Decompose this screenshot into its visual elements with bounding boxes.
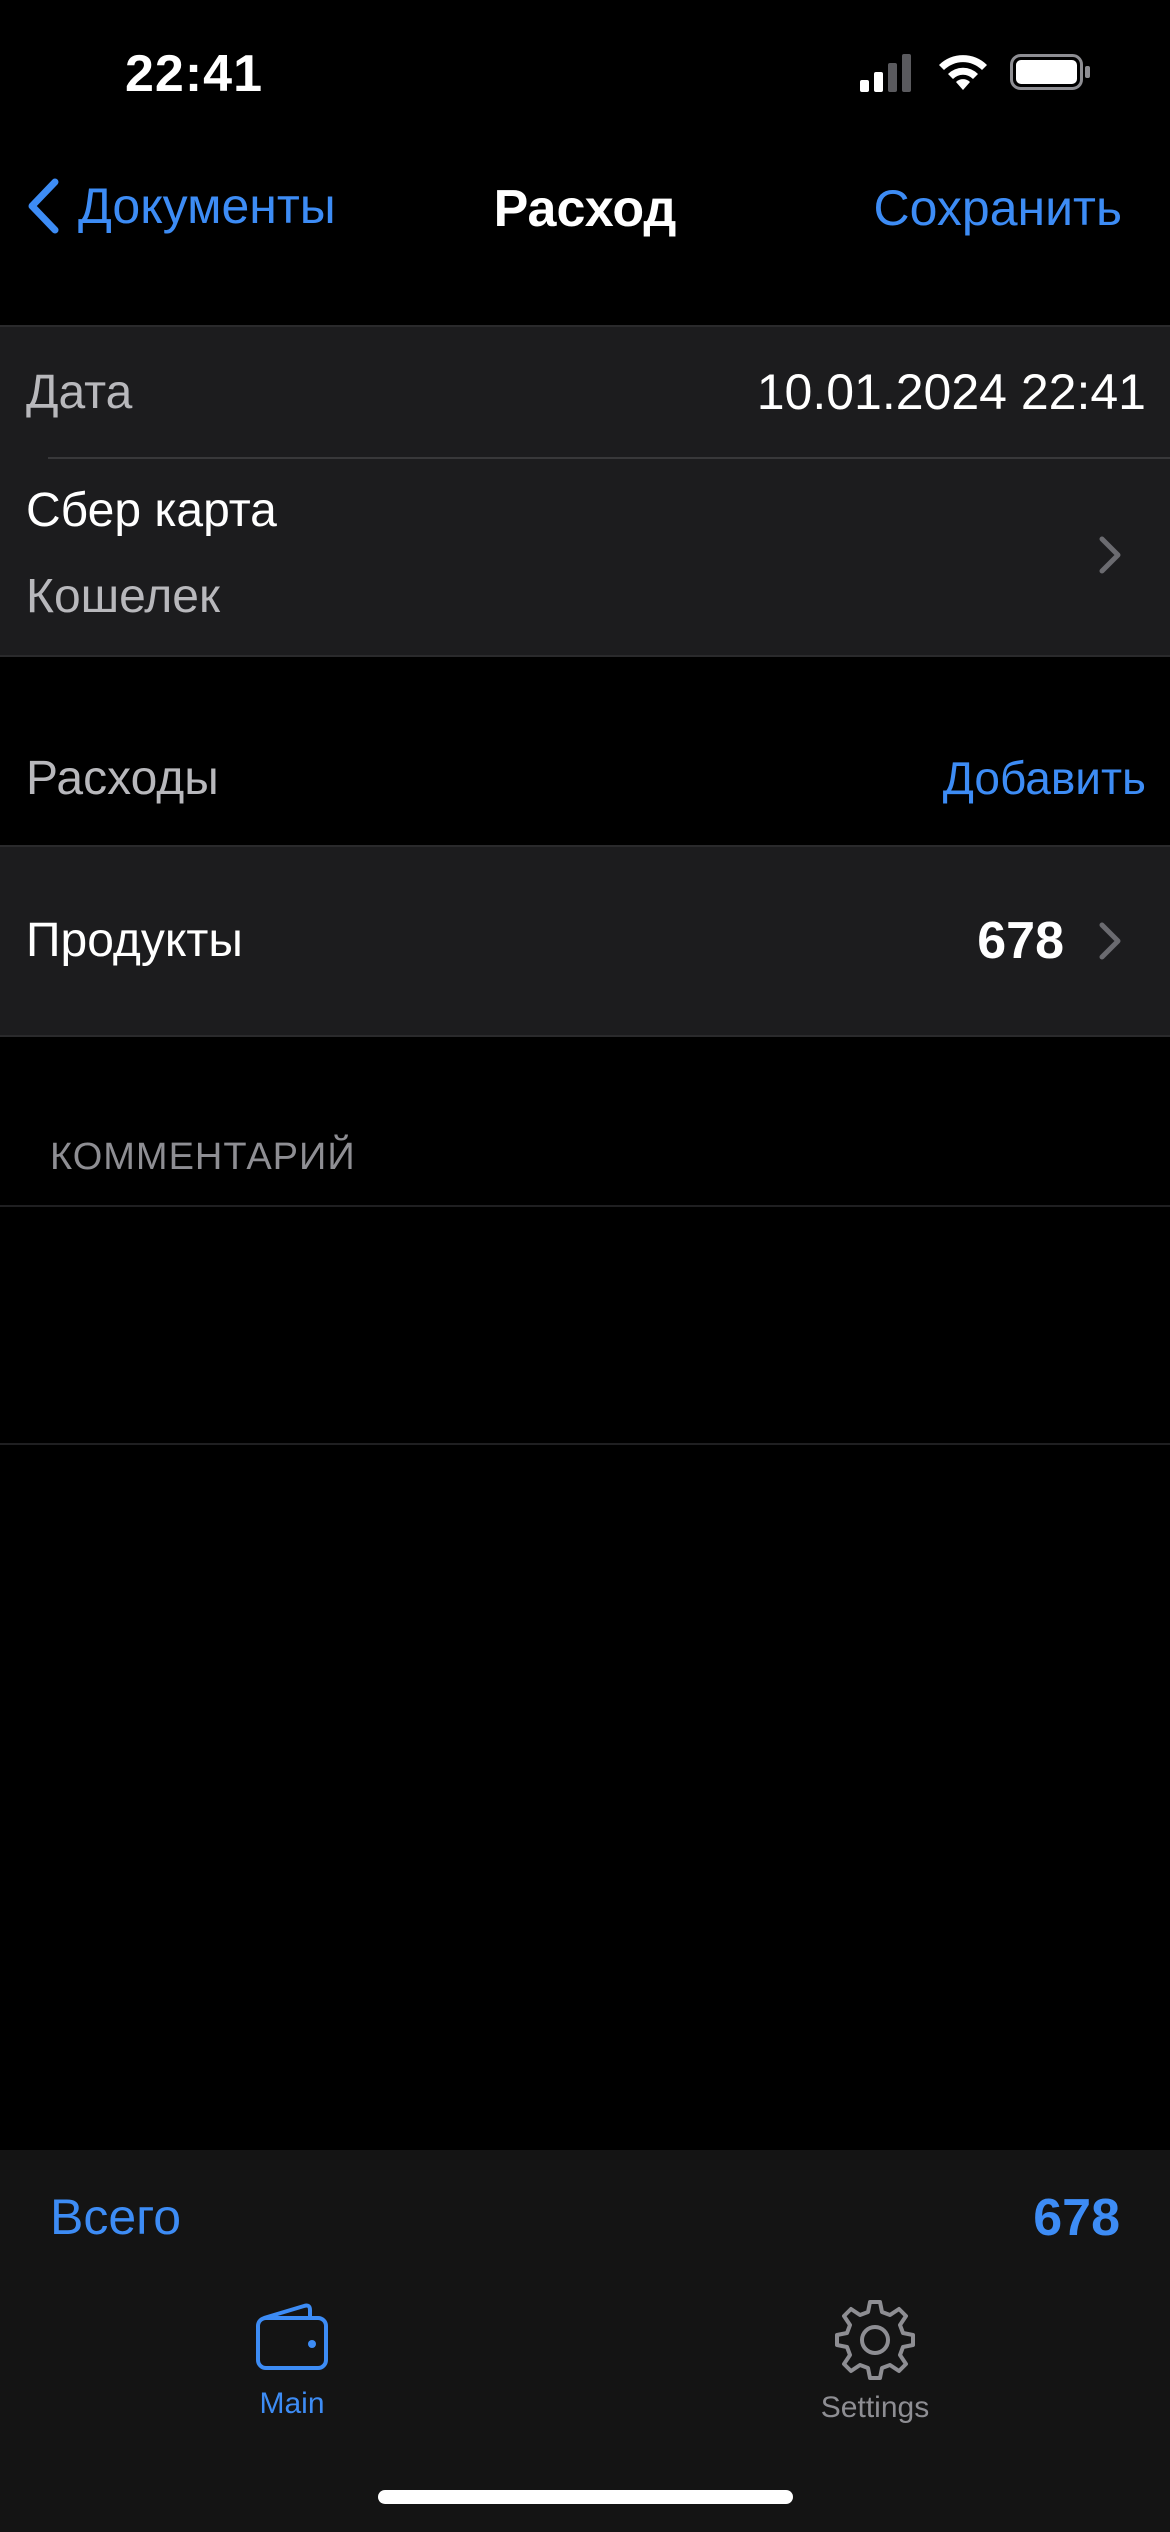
total-label: Всего bbox=[50, 2189, 182, 2245]
cellular-signal-icon bbox=[860, 54, 911, 92]
expense-amount: 678 bbox=[977, 912, 1064, 970]
comment-textarea[interactable] bbox=[0, 1205, 1170, 1445]
account-title: Сбер карта bbox=[26, 484, 277, 537]
status-time: 22:41 bbox=[125, 45, 263, 103]
account-subtitle: Кошелек bbox=[26, 570, 220, 623]
tab-settings-label: Settings bbox=[820, 2391, 930, 2424]
wifi-icon bbox=[939, 55, 987, 90]
list-item[interactable]: Продукты 678 bbox=[0, 847, 1170, 1035]
tab-main[interactable]: Main bbox=[192, 2296, 392, 2421]
expense-name: Продукты bbox=[26, 914, 243, 967]
gear-icon bbox=[835, 2300, 915, 2380]
status-bar: 22:41 bbox=[0, 0, 1170, 150]
tab-settings[interactable]: Settings bbox=[775, 2296, 975, 2425]
date-value[interactable]: 10.01.2024 22:41 bbox=[757, 363, 1146, 421]
tab-main-label: Main bbox=[259, 2387, 325, 2420]
battery-icon bbox=[1010, 54, 1090, 90]
bottom-panel: Всего 678 Main Settings bbox=[0, 2150, 1170, 2532]
home-indicator[interactable] bbox=[378, 2490, 793, 2504]
expenses-list: Продукты 678 bbox=[0, 845, 1170, 1037]
chevron-right-icon bbox=[1099, 536, 1121, 574]
add-expense-button[interactable]: Добавить bbox=[943, 751, 1146, 805]
comment-section-header: КОММЕНТАРИЙ bbox=[50, 1136, 356, 1178]
expenses-header: Расходы Добавить bbox=[0, 745, 1170, 815]
chevron-right-icon bbox=[1099, 922, 1121, 960]
expenses-header-label: Расходы bbox=[26, 752, 219, 805]
navigation-bar: Документы Расход Сохранить bbox=[0, 165, 1170, 255]
status-icons bbox=[860, 52, 1092, 92]
total-value: 678 bbox=[1033, 2189, 1120, 2247]
date-row[interactable]: Дата 10.01.2024 22:41 bbox=[0, 327, 1170, 457]
date-label: Дата bbox=[26, 366, 133, 419]
wallet-icon bbox=[256, 2303, 328, 2370]
screen: 22:41 Документы Расход Сохранить Дата 10… bbox=[0, 0, 1170, 2532]
account-row[interactable]: Сбер карта Кошелек bbox=[0, 457, 1170, 657]
document-details-group: Дата 10.01.2024 22:41 Сбер карта Кошелек bbox=[0, 325, 1170, 657]
save-button[interactable]: Сохранить bbox=[874, 179, 1122, 237]
